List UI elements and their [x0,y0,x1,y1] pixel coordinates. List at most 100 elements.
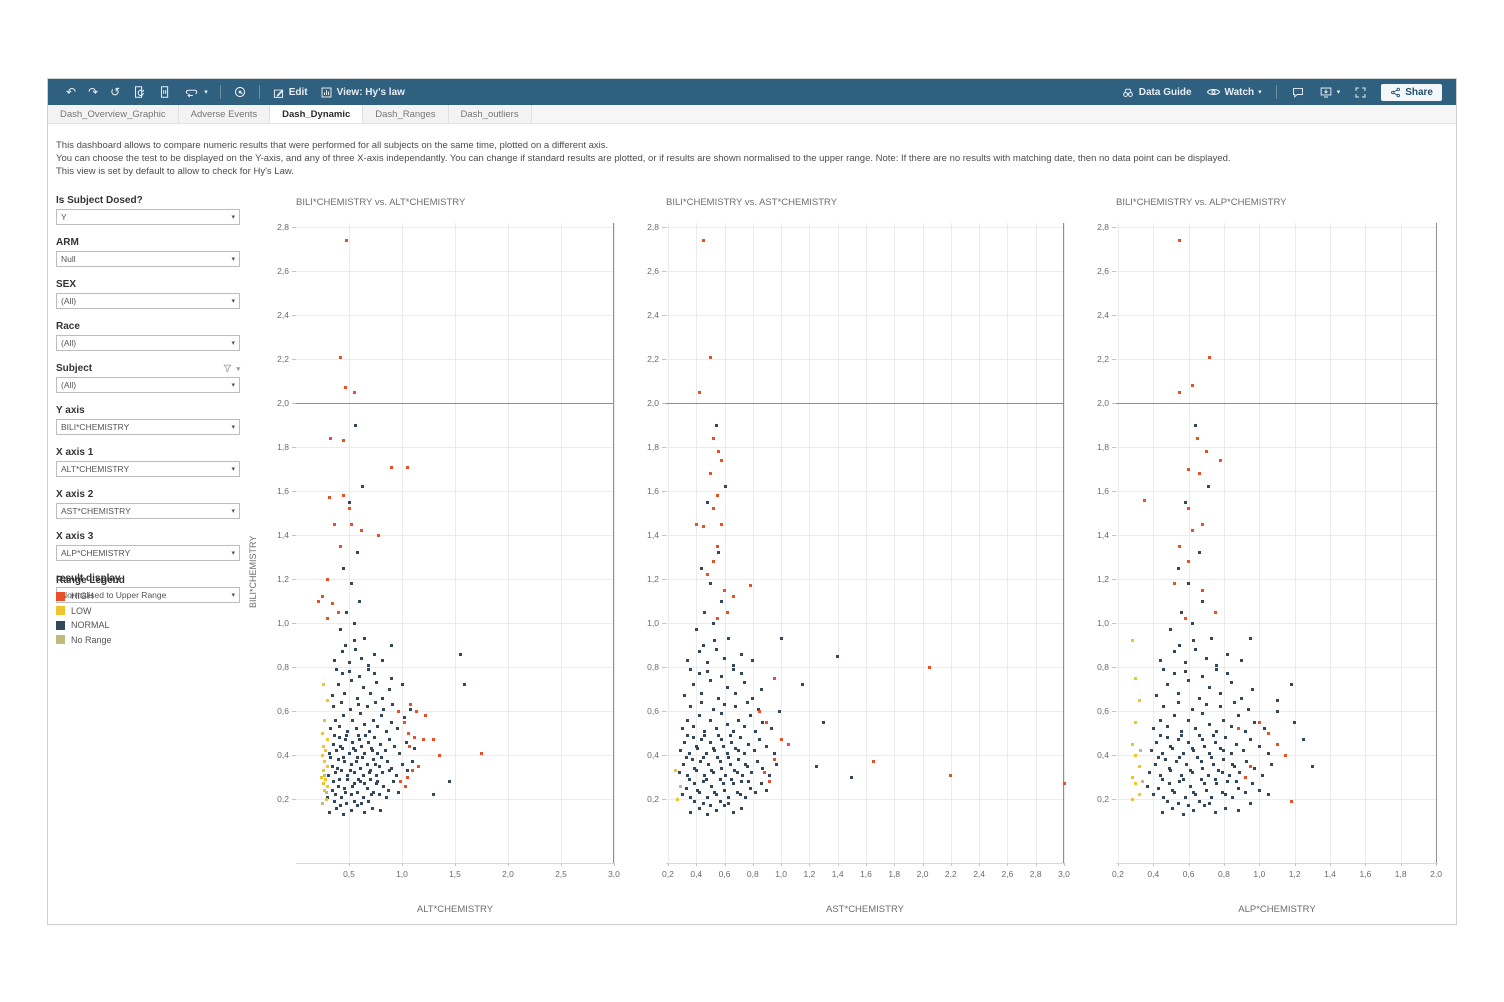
mark-normal[interactable] [747,743,750,746]
mark-normal[interactable] [700,692,703,695]
mark-low[interactable] [326,785,329,788]
mark-normal[interactable] [688,752,691,755]
mark-normal[interactable] [743,752,746,755]
mark-normal[interactable] [700,701,703,704]
mark-high[interactable] [397,710,400,713]
mark-normal[interactable] [716,756,719,759]
mark-normal[interactable] [390,721,393,724]
mark-normal[interactable] [379,809,382,812]
tab-dash-ranges[interactable]: Dash_Ranges [363,105,448,123]
mark-normal[interactable] [1173,714,1176,717]
mark-high[interactable] [749,584,752,587]
mark-normal[interactable] [331,694,334,697]
mark-high[interactable] [1258,721,1261,724]
mark-normal[interactable] [723,804,726,807]
mark-normal[interactable] [737,719,740,722]
mark-normal[interactable] [328,811,331,814]
mark-normal[interactable] [719,760,722,763]
mark-normal[interactable] [1201,738,1204,741]
mark-high[interactable] [411,769,414,772]
mark-low[interactable] [1131,743,1134,746]
mark-high[interactable] [408,745,411,748]
edit-button[interactable]: Edit [272,86,308,99]
mark-high[interactable] [348,507,351,510]
mark-normal[interactable] [381,659,384,662]
mark-normal[interactable] [1191,708,1194,711]
undo-icon[interactable]: ↶ [66,86,76,98]
mark-normal[interactable] [401,683,404,686]
mark-normal[interactable] [1198,800,1201,803]
mark-normal[interactable] [346,778,349,781]
revert-icon[interactable]: ↺ [110,86,120,98]
mark-normal[interactable] [393,745,396,748]
mark-normal[interactable] [366,705,369,708]
mark-normal[interactable] [368,730,371,733]
mark-normal[interactable] [1161,811,1164,814]
mark-high[interactable] [1178,239,1181,242]
mark-normal[interactable] [1173,650,1176,653]
mark-normal[interactable] [732,664,735,667]
mark-normal[interactable] [357,778,360,781]
mark-high[interactable] [1173,582,1176,585]
mark-normal[interactable] [720,675,723,678]
mark-normal[interactable] [1240,659,1243,662]
mark-normal[interactable] [1152,793,1155,796]
mark-high[interactable] [872,760,875,763]
mark-high[interactable] [765,721,768,724]
mark-normal[interactable] [335,807,338,810]
mark-normal[interactable] [727,802,730,805]
mark-normal[interactable] [713,791,716,794]
mark-normal[interactable] [1177,802,1180,805]
mark-normal[interactable] [1196,756,1199,759]
mark-high[interactable] [695,523,698,526]
mark-normal[interactable] [1162,668,1165,671]
mark-normal[interactable] [739,736,742,739]
mark-normal[interactable] [1221,771,1224,774]
mark-normal[interactable] [382,785,385,788]
mark-normal[interactable] [358,600,361,603]
mark-high[interactable] [702,525,705,528]
mark-normal[interactable] [727,637,730,640]
mark-normal[interactable] [780,637,783,640]
mark-normal[interactable] [370,793,373,796]
filter-menu-caret-icon[interactable]: ▾ [236,365,240,373]
mark-normal[interactable] [1222,749,1225,752]
mark-normal[interactable] [390,677,393,680]
mark-normal[interactable] [346,774,349,777]
mark-normal[interactable] [362,686,365,689]
mark-normal[interactable] [693,782,696,785]
mark-normal[interactable] [1263,727,1266,730]
mark-normal[interactable] [1228,774,1231,777]
mark-normal[interactable] [376,725,379,728]
mark-normal[interactable] [1161,752,1164,755]
mark-high[interactable] [706,573,709,576]
mark-normal[interactable] [729,763,732,766]
mark-normal[interactable] [336,767,339,770]
mark-normal[interactable] [836,655,839,658]
mark-normal[interactable] [1201,712,1204,715]
mark-normal[interactable] [341,650,344,653]
mark-normal[interactable] [1205,789,1208,792]
mark-normal[interactable] [710,785,713,788]
mark-normal[interactable] [1237,714,1240,717]
mark-normal[interactable] [709,804,712,807]
mark-normal[interactable] [726,723,729,726]
mark-normal[interactable] [1242,749,1245,752]
view-indicator[interactable]: View: Hy's law [320,86,405,99]
mark-normal[interactable] [1182,752,1185,755]
mark-high[interactable] [716,494,719,497]
mark-high[interactable] [928,666,931,669]
mark-normal[interactable] [1201,600,1204,603]
mark-normal[interactable] [345,734,348,737]
mark-normal[interactable] [695,628,698,631]
mark-normal[interactable] [356,791,359,794]
mark-normal[interactable] [398,752,401,755]
mark-normal[interactable] [1230,681,1233,684]
mark-high[interactable] [716,545,719,548]
mark-normal[interactable] [361,485,364,488]
mark-high[interactable] [1290,800,1293,803]
mark-high[interactable] [1201,523,1204,526]
mark-normal[interactable] [737,758,740,761]
mark-high[interactable] [339,356,342,359]
mark-normal[interactable] [351,785,354,788]
